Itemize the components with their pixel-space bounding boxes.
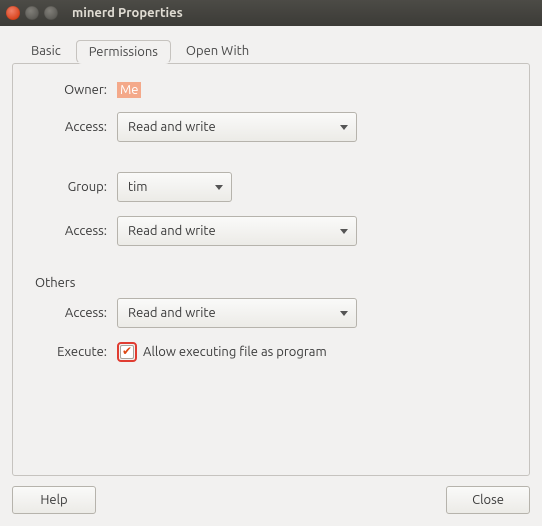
tab-basic[interactable]: Basic (16, 37, 76, 64)
window-title: minerd Properties (72, 6, 183, 20)
group-access-label: Access: (35, 224, 107, 238)
group-access-value: Read and write (128, 224, 216, 238)
tabs: Basic Permissions Open With (12, 36, 530, 63)
window-controls (6, 6, 58, 20)
others-heading: Others (35, 276, 507, 290)
others-access-select[interactable]: Read and write (117, 298, 357, 328)
chevron-down-icon (340, 311, 348, 316)
close-button[interactable]: Close (446, 486, 530, 514)
close-icon[interactable] (6, 6, 20, 20)
group-label: Group: (35, 180, 107, 194)
owner-label: Owner: (35, 83, 107, 97)
execute-checkbox[interactable]: ✔ (117, 342, 137, 362)
help-button[interactable]: Help (12, 486, 96, 514)
execute-label: Execute: (35, 345, 107, 359)
owner-access-label: Access: (35, 120, 107, 134)
check-icon: ✔ (122, 346, 132, 358)
owner-access-value: Read and write (128, 120, 216, 134)
owner-access-select[interactable]: Read and write (117, 112, 357, 142)
window-titlebar: minerd Properties (0, 0, 542, 26)
maximize-icon[interactable] (44, 6, 58, 20)
others-access-value: Read and write (128, 306, 216, 320)
execute-description: Allow executing file as program (143, 345, 327, 359)
tab-open-with[interactable]: Open With (171, 37, 264, 64)
others-access-label: Access: (35, 306, 107, 320)
permissions-panel: Owner: Me Access: Read and write Group: … (12, 63, 530, 476)
chevron-down-icon (215, 185, 223, 190)
chevron-down-icon (340, 125, 348, 130)
tab-permissions[interactable]: Permissions (76, 40, 171, 64)
group-access-select[interactable]: Read and write (117, 216, 357, 246)
chevron-down-icon (340, 229, 348, 234)
owner-value: Me (117, 82, 141, 98)
group-value: tim (128, 180, 148, 194)
minimize-icon[interactable] (25, 6, 39, 20)
group-select[interactable]: tim (117, 172, 232, 202)
